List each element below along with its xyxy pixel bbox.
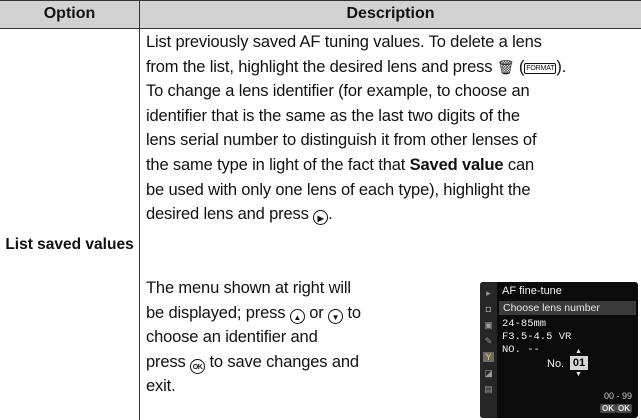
camera-menu-screenshot: ▸ ◘ ▣ ✎ Y ◪ ▤ AF fine-tune Choose lens n… <box>480 282 638 418</box>
multi-selector-right-icon: ▶ <box>313 210 329 226</box>
desc-line: To change a lens identifier (for example… <box>146 82 530 101</box>
desc-text: ). <box>556 57 567 76</box>
pencil-icon: ✎ <box>484 336 493 346</box>
column-divider <box>139 0 140 420</box>
desc-line: The menu shown at right will <box>146 279 351 297</box>
header-top-rule <box>0 0 641 1</box>
header-option: Option <box>0 0 139 28</box>
description-paragraph-1: List previously saved AF tuning values. … <box>146 30 638 227</box>
desc-text: press <box>146 352 191 371</box>
retouch-icon: ◪ <box>484 368 493 378</box>
desc-text: or <box>304 303 329 322</box>
desc-line: be displayed; press ▲ or ▼ to <box>146 301 416 326</box>
number-range: 00 - 99 <box>603 391 632 401</box>
header-bottom-rule <box>0 28 641 29</box>
wrench-icon: Y <box>483 352 494 362</box>
desc-text: can <box>503 155 534 174</box>
lens-name: 24-85mm <box>502 318 547 330</box>
play-icon: ▸ <box>486 288 491 298</box>
screen-title: AF fine-tune <box>502 285 562 297</box>
desc-line: be used with only one lens of each type)… <box>146 180 531 199</box>
desc-text: to save changes and <box>205 352 359 371</box>
screen-subtitle: Choose lens number <box>499 301 636 315</box>
desc-text: from the list, highlight the desired len… <box>146 57 497 76</box>
desc-text: be displayed; press <box>146 303 290 322</box>
multi-selector-down-icon: ▼ <box>328 308 344 324</box>
ok-hint-label: OK <box>616 404 632 413</box>
movie-icon: ▣ <box>484 320 493 330</box>
list-icon: ▤ <box>484 384 493 394</box>
desc-line: press OK to save changes and <box>146 350 416 375</box>
option-cell: List saved values <box>5 236 134 253</box>
chevron-up-icon: ▲ <box>575 348 582 355</box>
camera-icon: ◘ <box>485 304 492 314</box>
lens-aperture: F3.5-4.5 VR <box>502 331 572 343</box>
multi-selector-up-icon: ▲ <box>289 308 305 324</box>
lens-number-current: NO. -- <box>502 344 540 356</box>
desc-line: identifier that is the same as the last … <box>146 106 520 125</box>
trash-icon: 🗑 <box>496 58 515 75</box>
saved-value-term: Saved value <box>409 155 504 174</box>
desc-line: exit. <box>146 377 176 396</box>
desc-text: . <box>328 205 333 224</box>
desc-text: to <box>343 303 361 322</box>
number-label: No. <box>547 358 565 370</box>
ok-button-icon: OK <box>190 358 206 374</box>
desc-line: List previously saved AF tuning values. … <box>146 33 542 51</box>
desc-text: the same type in light of the fact that <box>146 155 410 174</box>
desc-line: choose an identifier and <box>146 328 318 347</box>
header-description: Description <box>140 0 641 28</box>
lens-number-selector: 01 <box>570 356 588 370</box>
ok-hint: OK OK <box>600 403 632 414</box>
desc-line: from the list, highlight the desired len… <box>146 55 638 80</box>
desc-text: desired lens and press <box>146 205 314 224</box>
format-button-icon: FORMAT <box>524 62 557 74</box>
chevron-down-icon: ▼ <box>575 371 582 378</box>
menu-sidebar: ▸ ◘ ▣ ✎ Y ◪ ▤ <box>480 282 497 418</box>
desc-line: the same type in light of the fact that … <box>146 153 638 178</box>
ok-badge-icon: OK <box>600 404 616 413</box>
description-paragraph-2: The menu shown at right will be displaye… <box>146 276 416 399</box>
option-table: Option Description List saved values Lis… <box>0 0 641 420</box>
desc-line: lens serial number to distinguish it fro… <box>146 131 537 150</box>
desc-line: desired lens and press ▶. <box>146 202 638 227</box>
